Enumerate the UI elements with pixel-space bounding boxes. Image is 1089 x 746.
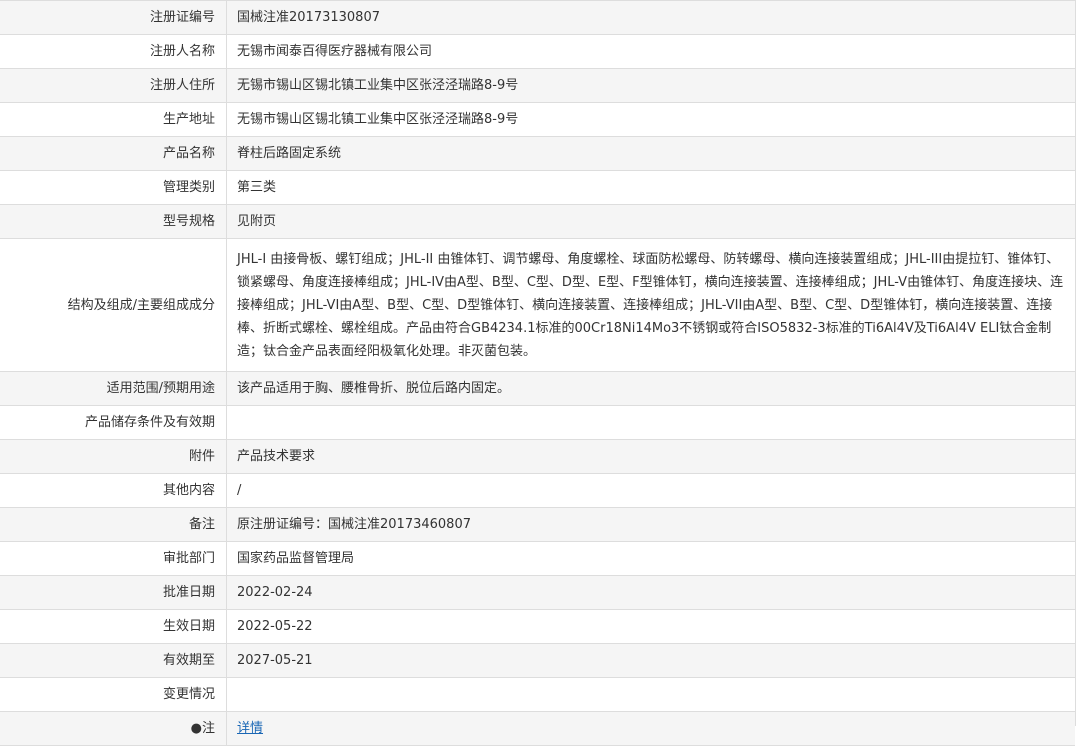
table-row: 变更情况 bbox=[0, 677, 1075, 712]
table-row: 产品名称 脊柱后路固定系统 bbox=[0, 136, 1075, 171]
row-value: / bbox=[226, 473, 1075, 508]
row-value: 国械注准20173130807 bbox=[226, 0, 1075, 35]
row-label: 备注 bbox=[0, 507, 227, 542]
row-label: 变更情况 bbox=[0, 677, 227, 712]
table-row: 注册证编号 国械注准20173130807 bbox=[0, 0, 1075, 35]
row-value bbox=[226, 405, 1075, 440]
table-row: 结构及组成/主要组成成分 JHL-I 由接骨板、螺钉组成；JHL-II 由锥体钉… bbox=[0, 238, 1075, 372]
table-row: 批准日期 2022-02-24 bbox=[0, 575, 1075, 610]
row-label: 适用范围/预期用途 bbox=[0, 371, 227, 406]
row-label: 注册证编号 bbox=[0, 0, 227, 35]
row-value: 2022-02-24 bbox=[226, 575, 1075, 610]
row-label: ●注 bbox=[0, 711, 227, 746]
row-value bbox=[226, 677, 1075, 712]
row-value: 无锡市锡山区锡北镇工业集中区张泾泾瑞路8-9号 bbox=[226, 102, 1075, 137]
row-label: 注册人住所 bbox=[0, 68, 227, 103]
row-value: 见附页 bbox=[226, 204, 1075, 239]
row-label: 批准日期 bbox=[0, 575, 227, 610]
table-row: 有效期至 2027-05-21 bbox=[0, 643, 1075, 678]
table-row: 型号规格 见附页 bbox=[0, 204, 1075, 239]
row-value: 2022-05-22 bbox=[226, 609, 1075, 644]
table-row: 产品储存条件及有效期 bbox=[0, 405, 1075, 440]
table-right-border bbox=[1075, 0, 1076, 726]
row-label: 产品储存条件及有效期 bbox=[0, 405, 227, 440]
row-value: 原注册证编号：国械注准20173460807 bbox=[226, 507, 1075, 542]
row-label: 有效期至 bbox=[0, 643, 227, 678]
row-value: 脊柱后路固定系统 bbox=[226, 136, 1075, 171]
row-label: 管理类别 bbox=[0, 170, 227, 205]
table-row: 附件 产品技术要求 bbox=[0, 439, 1075, 474]
table-row: 注册人住所 无锡市锡山区锡北镇工业集中区张泾泾瑞路8-9号 bbox=[0, 68, 1075, 103]
row-label: 生产地址 bbox=[0, 102, 227, 137]
row-label: 其他内容 bbox=[0, 473, 227, 508]
row-label: 注册人名称 bbox=[0, 34, 227, 69]
row-value: 无锡市闻泰百得医疗器械有限公司 bbox=[226, 34, 1075, 69]
row-value: 详情 bbox=[226, 711, 1075, 746]
table-row: 其他内容 / bbox=[0, 473, 1075, 508]
table-row: 审批部门 国家药品监督管理局 bbox=[0, 541, 1075, 576]
row-label: 产品名称 bbox=[0, 136, 227, 171]
details-link[interactable]: 详情 bbox=[237, 721, 263, 736]
table-row: ●注 详情 bbox=[0, 711, 1075, 746]
row-label: 审批部门 bbox=[0, 541, 227, 576]
row-value: 产品技术要求 bbox=[226, 439, 1075, 474]
row-label: 附件 bbox=[0, 439, 227, 474]
row-value: 第三类 bbox=[226, 170, 1075, 205]
table-row: 备注 原注册证编号：国械注准20173460807 bbox=[0, 507, 1075, 542]
row-value: JHL-I 由接骨板、螺钉组成；JHL-II 由锥体钉、调节螺母、角度螺栓、球面… bbox=[226, 238, 1075, 372]
registration-details-table: 注册证编号 国械注准20173130807 注册人名称 无锡市闻泰百得医疗器械有… bbox=[0, 0, 1075, 746]
row-label: 生效日期 bbox=[0, 609, 227, 644]
row-value: 该产品适用于胸、腰椎骨折、脱位后路内固定。 bbox=[226, 371, 1075, 406]
table-row: 注册人名称 无锡市闻泰百得医疗器械有限公司 bbox=[0, 34, 1075, 69]
row-value: 无锡市锡山区锡北镇工业集中区张泾泾瑞路8-9号 bbox=[226, 68, 1075, 103]
table-row: 生产地址 无锡市锡山区锡北镇工业集中区张泾泾瑞路8-9号 bbox=[0, 102, 1075, 137]
table-row: 管理类别 第三类 bbox=[0, 170, 1075, 205]
row-value: 2027-05-21 bbox=[226, 643, 1075, 678]
table-row: 生效日期 2022-05-22 bbox=[0, 609, 1075, 644]
row-label: 结构及组成/主要组成成分 bbox=[0, 238, 227, 372]
table-row: 适用范围/预期用途 该产品适用于胸、腰椎骨折、脱位后路内固定。 bbox=[0, 371, 1075, 406]
row-value: 国家药品监督管理局 bbox=[226, 541, 1075, 576]
row-label: 型号规格 bbox=[0, 204, 227, 239]
